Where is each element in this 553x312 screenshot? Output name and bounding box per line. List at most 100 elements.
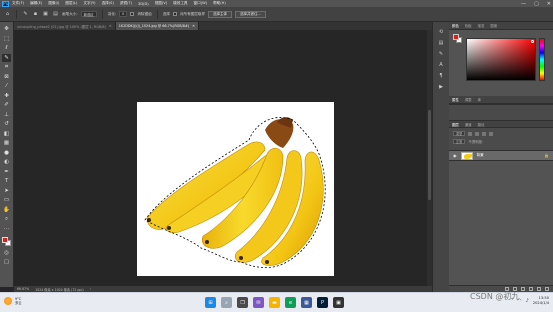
new-group-icon[interactable] bbox=[529, 287, 533, 291]
color-picker-handle[interactable] bbox=[531, 40, 534, 43]
delete-layer-icon[interactable] bbox=[545, 287, 549, 291]
pen-tool-icon[interactable]: ✒ bbox=[2, 168, 11, 176]
filter-shape-icon[interactable] bbox=[489, 131, 494, 136]
tab-patterns[interactable]: 图案 bbox=[490, 23, 497, 28]
menu-type[interactable]: 文字(Y) bbox=[83, 1, 95, 6]
menu-plugins[interactable]: 增效工具 bbox=[173, 1, 187, 6]
rectangle-tool-icon[interactable]: ▭ bbox=[2, 196, 11, 204]
edge-browser-icon[interactable]: e bbox=[285, 297, 296, 308]
zoom-tool-icon[interactable]: ⌕ bbox=[2, 215, 11, 223]
store-icon[interactable]: ▦ bbox=[301, 297, 312, 308]
mode-select[interactable]: 新选区 bbox=[80, 11, 97, 17]
feather-input[interactable]: 0 bbox=[119, 11, 128, 17]
file-explorer-icon[interactable]: ▬ bbox=[269, 297, 280, 308]
tab-properties[interactable]: 属性 bbox=[452, 97, 459, 102]
close-icon[interactable]: ✕ bbox=[109, 24, 112, 28]
tab-layers[interactable]: 图层 bbox=[452, 122, 459, 127]
filter-adjustment-icon[interactable] bbox=[475, 131, 480, 136]
menu-file[interactable]: 文件(F) bbox=[12, 1, 24, 6]
brush-tool-icon[interactable]: ✐ bbox=[2, 101, 11, 109]
character-icon[interactable]: A bbox=[437, 61, 445, 68]
select-subject-button[interactable]: 选择主体 bbox=[208, 10, 233, 18]
menu-window[interactable]: 窗口(W) bbox=[194, 1, 208, 6]
healing-brush-tool-icon[interactable]: ✚ bbox=[2, 92, 11, 100]
tab-document-2[interactable]: 1K2DDK(J)(J)_1024.jpg @ 66.7%(RGB/8#) ✕ bbox=[115, 22, 199, 30]
minimize-button[interactable]: — bbox=[521, 1, 526, 7]
marquee-tool-icon[interactable]: ⬚ bbox=[2, 35, 11, 43]
tab-adjustments[interactable]: 调整 bbox=[465, 97, 472, 102]
app-icon[interactable]: ▣ bbox=[333, 297, 344, 308]
dodge-tool-icon[interactable]: ◐ bbox=[2, 158, 11, 166]
menu-image[interactable]: 图像(I) bbox=[48, 1, 59, 6]
antialias-checkbox[interactable] bbox=[130, 12, 135, 16]
actions-icon[interactable]: ▶ bbox=[437, 83, 445, 90]
menu-edit[interactable]: 编辑(E) bbox=[30, 1, 42, 6]
foreground-color-swatch[interactable] bbox=[453, 34, 459, 40]
menu-view[interactable]: 视图(V) bbox=[155, 1, 167, 6]
color-swatches[interactable] bbox=[1, 237, 12, 247]
weather-widget[interactable]: 9°C 多云 bbox=[4, 297, 22, 305]
clock[interactable]: 13:50 2024/1/4 bbox=[533, 296, 549, 306]
foreground-color-swatch[interactable] bbox=[1, 237, 8, 243]
select-and-mask-button[interactable]: 选择并遮住... bbox=[235, 10, 266, 18]
chat-icon[interactable]: ✉ bbox=[253, 297, 264, 308]
paragraph-icon[interactable]: ¶ bbox=[437, 72, 445, 79]
add-mask-icon[interactable] bbox=[521, 287, 525, 291]
quick-selection-tool-icon[interactable]: ✎ bbox=[2, 53, 11, 62]
canvas-workspace[interactable] bbox=[14, 30, 432, 286]
filter-pixel-icon[interactable] bbox=[468, 131, 473, 136]
layer-row[interactable]: ◉ 背景 🔒 bbox=[449, 150, 553, 161]
frame-tool-icon[interactable]: ⊠ bbox=[2, 73, 11, 81]
more-tools-icon[interactable]: ⋯ bbox=[2, 225, 11, 233]
menu-filter[interactable]: 滤镜(T) bbox=[120, 1, 132, 6]
add-selection-icon[interactable]: ▣ bbox=[42, 11, 49, 18]
volume-icon[interactable]: ♪ bbox=[526, 298, 529, 304]
close-icon[interactable]: ✕ bbox=[192, 24, 195, 28]
gradient-tool-icon[interactable]: ▦ bbox=[2, 139, 11, 147]
restore-button[interactable]: ▢ bbox=[534, 1, 539, 7]
menu-layer[interactable]: 图层(L) bbox=[65, 1, 77, 6]
color-swatches[interactable] bbox=[453, 34, 463, 44]
tab-libraries[interactable]: 库 bbox=[478, 97, 481, 102]
photoshop-logo[interactable]: Ps bbox=[2, 0, 9, 7]
quick-selection-tool-icon[interactable]: ✎ bbox=[22, 11, 29, 18]
tab-channels[interactable]: 通道 bbox=[465, 122, 472, 127]
brush-settings-icon[interactable]: ✎ bbox=[437, 50, 445, 57]
properties-icon[interactable]: ▤ bbox=[437, 39, 445, 46]
tab-color[interactable]: 颜色 bbox=[452, 23, 459, 28]
lock-icon[interactable]: 🔒 bbox=[544, 153, 549, 158]
eye-icon[interactable]: ◉ bbox=[453, 153, 457, 158]
type-tool-icon[interactable]: T bbox=[2, 177, 11, 185]
tab-swatches[interactable]: 色板 bbox=[465, 23, 472, 28]
screen-mode-icon[interactable]: ▢ bbox=[2, 258, 11, 266]
document-canvas[interactable] bbox=[137, 102, 334, 276]
hue-slider[interactable] bbox=[539, 38, 545, 81]
photoshop-taskbar-icon[interactable]: P bbox=[317, 297, 328, 308]
history-brush-tool-icon[interactable]: ↺ bbox=[2, 120, 11, 128]
path-selection-tool-icon[interactable]: ➤ bbox=[2, 187, 11, 195]
tab-gradients[interactable]: 渐变 bbox=[478, 23, 485, 28]
move-tool-icon[interactable]: ✥ bbox=[2, 25, 11, 33]
menu-3d[interactable]: 3D(D) bbox=[138, 2, 149, 6]
color-picker-field[interactable] bbox=[466, 38, 536, 81]
clone-stamp-tool-icon[interactable]: ⊥ bbox=[2, 111, 11, 119]
tab-paths[interactable]: 路径 bbox=[478, 122, 485, 127]
hand-tool-icon[interactable]: ✋ bbox=[2, 206, 11, 214]
zoom-level[interactable]: 66.67% bbox=[17, 287, 29, 291]
filter-type-icon[interactable] bbox=[482, 131, 487, 136]
eyedropper-tool-icon[interactable]: ⁄ bbox=[2, 82, 11, 90]
history-icon[interactable]: ⟲ bbox=[437, 28, 445, 35]
new-layer-icon[interactable] bbox=[537, 287, 541, 291]
search-icon[interactable]: ⌕ bbox=[221, 297, 232, 308]
chevron-right-icon[interactable]: › bbox=[90, 287, 91, 291]
tab-document-1[interactable]: uncoupling_phase2 (01).jpg @ 100% (图层 1,… bbox=[14, 22, 116, 30]
crop-tool-icon[interactable]: ⌗ bbox=[2, 63, 11, 71]
menu-select[interactable]: 选择(S) bbox=[102, 1, 114, 6]
menu-help[interactable]: 帮助(H) bbox=[213, 1, 226, 6]
home-icon[interactable]: ⌂ bbox=[4, 11, 11, 18]
quick-mask-icon[interactable]: ◎ bbox=[2, 249, 11, 257]
blend-mode-select[interactable]: 正常 bbox=[453, 139, 466, 144]
layer-kind-filter[interactable]: 类型 bbox=[453, 131, 466, 136]
sample-all-layers-checkbox[interactable] bbox=[172, 12, 177, 16]
eraser-tool-icon[interactable]: ◧ bbox=[2, 130, 11, 138]
